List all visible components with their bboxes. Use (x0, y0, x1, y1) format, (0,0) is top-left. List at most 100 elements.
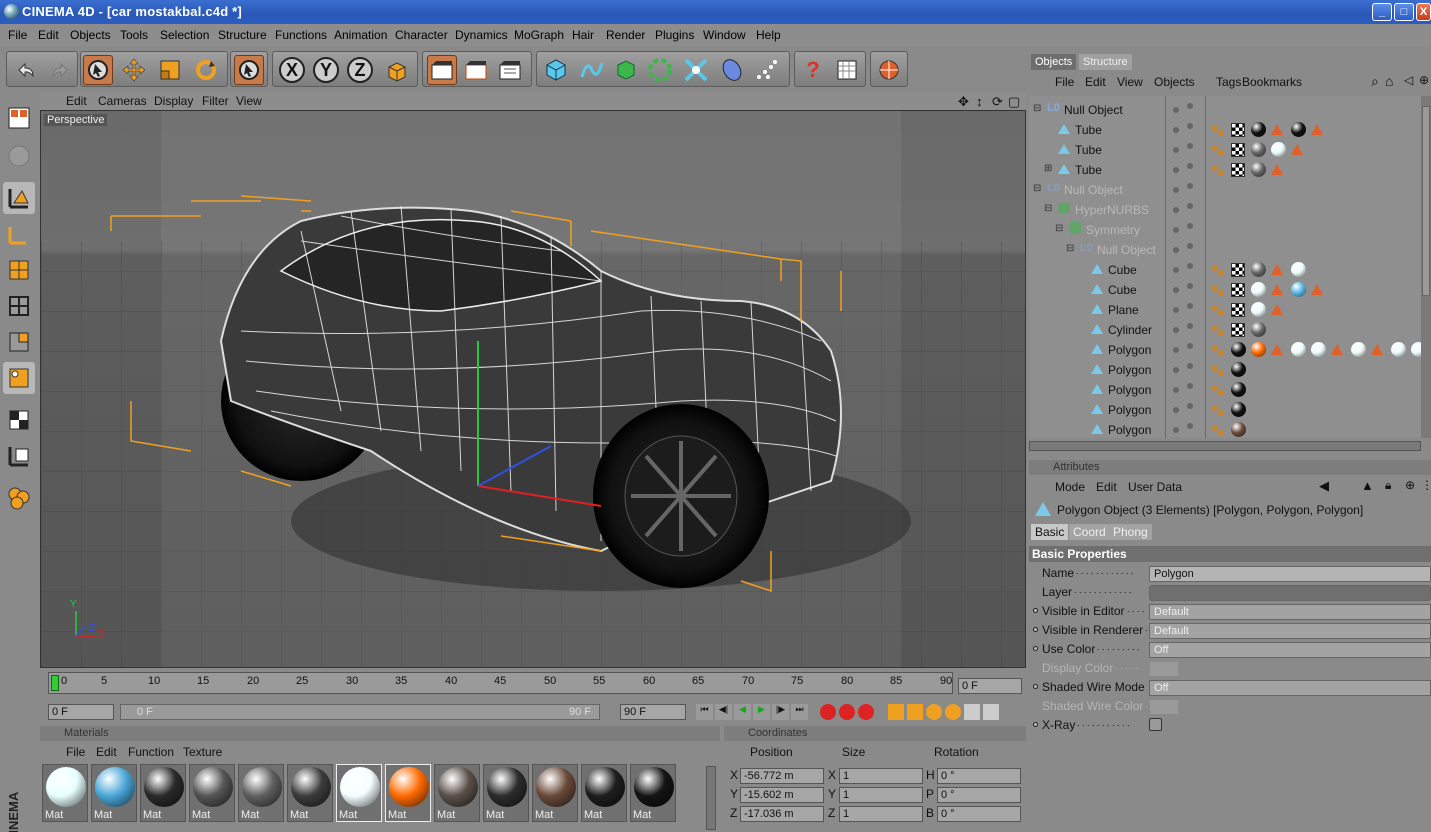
object-row[interactable]: Cylinder (1029, 320, 1421, 340)
selection-tag-icon[interactable] (1271, 264, 1283, 275)
texture-tag-icon[interactable] (1231, 342, 1246, 357)
editor-visibility-dot[interactable] (1173, 427, 1179, 433)
editor-visibility-dot[interactable] (1173, 227, 1179, 233)
polygons-mode-icon[interactable] (3, 326, 35, 358)
render-visibility-dot[interactable] (1187, 103, 1193, 109)
object-name[interactable]: Polygon (1108, 343, 1151, 357)
texture-tag-icon[interactable] (1251, 322, 1266, 337)
selection-tag-icon[interactable] (1291, 144, 1303, 155)
material-swatch[interactable]: Mat (140, 764, 186, 822)
editor-visibility-dot[interactable] (1173, 207, 1179, 213)
dropdown-select[interactable]: Off (1149, 680, 1431, 696)
viewport-menu-cameras[interactable]: Cameras (98, 94, 147, 108)
xray-checkbox[interactable] (1149, 718, 1162, 731)
prev-key-icon[interactable]: ◀| (715, 704, 732, 720)
selection-tag-icon[interactable] (1311, 284, 1323, 295)
selection-tag-icon[interactable] (1271, 304, 1283, 315)
uvw-tag-icon[interactable] (1231, 163, 1245, 177)
viewport-zoom-icon[interactable]: ↕ (976, 94, 983, 109)
menu-file[interactable]: File (8, 28, 27, 42)
eye-icon[interactable]: ◁ (1404, 73, 1413, 87)
animation-radio-icon[interactable] (1033, 646, 1038, 651)
texture-tag-icon[interactable] (1291, 342, 1306, 357)
texture-tag-icon[interactable] (1251, 142, 1266, 157)
object-name[interactable]: Polygon (1108, 383, 1151, 397)
material-swatch[interactable]: Mat (287, 764, 333, 822)
material-swatch[interactable]: Mat (238, 764, 284, 822)
render-visibility-dot[interactable] (1187, 243, 1193, 249)
phong-tag-icon[interactable] (1211, 343, 1225, 357)
range-slider[interactable]: 0 F 90 F (120, 704, 600, 720)
object-axis-icon[interactable] (3, 218, 35, 250)
object-name[interactable]: Null Object (1064, 103, 1123, 117)
objects-menu-bookmarks[interactable]: Bookmarks (1242, 75, 1302, 89)
attributes-options-icon[interactable]: ⋮ (1421, 478, 1431, 492)
texture-tag-icon[interactable] (1251, 122, 1266, 137)
texture-tag-icon[interactable] (1291, 262, 1306, 277)
array-icon[interactable] (645, 55, 675, 85)
menu-dynamics[interactable]: Dynamics (455, 28, 508, 42)
phong-tag-icon[interactable] (1211, 123, 1225, 137)
phong-tag-icon[interactable] (1211, 283, 1225, 297)
next-key-icon[interactable]: |▶ (772, 704, 789, 720)
editor-visibility-dot[interactable] (1173, 247, 1179, 253)
editor-visibility-dot[interactable] (1173, 187, 1179, 193)
objects-menu-objects[interactable]: Objects (1154, 75, 1195, 89)
options-icon[interactable]: ⊕ (1419, 73, 1429, 87)
scale-icon[interactable] (155, 55, 185, 85)
rotation-field[interactable]: 0 ° (937, 787, 1021, 803)
object-row[interactable]: ⊟ L0 Null Object (1029, 100, 1421, 120)
rotation-field[interactable]: 0 ° (937, 768, 1021, 784)
texture-tag-icon[interactable] (1251, 162, 1266, 177)
uvw-tag-icon[interactable] (1231, 283, 1245, 297)
material-swatch[interactable]: Mat (336, 764, 382, 822)
timeline-menu-icon[interactable] (983, 704, 999, 720)
rotation-field[interactable]: 0 ° (937, 806, 1021, 822)
start-frame-field[interactable]: 0 F (48, 704, 114, 720)
materials-scrollbar[interactable] (706, 766, 716, 830)
nurbs-icon[interactable] (611, 55, 641, 85)
tab-structure[interactable]: Structure (1079, 54, 1132, 70)
texture-tag-icon[interactable] (1231, 382, 1246, 397)
texture-tag-icon[interactable] (1251, 342, 1266, 357)
object-name[interactable]: Polygon (1108, 403, 1151, 417)
object-row[interactable]: Tube (1029, 120, 1421, 140)
selection-tag-icon[interactable] (1311, 124, 1323, 135)
selection-tag-icon[interactable] (1271, 124, 1283, 135)
position-key-icon[interactable] (888, 704, 904, 720)
dropdown-select[interactable]: Default (1149, 604, 1431, 620)
script-manager-icon[interactable] (832, 55, 862, 85)
uvw-tag-icon[interactable] (1231, 123, 1245, 137)
render-visibility-dot[interactable] (1187, 223, 1193, 229)
texture-tag-icon[interactable] (1391, 342, 1406, 357)
keyframe-selection-icon[interactable] (858, 704, 874, 720)
selection-tag-icon[interactable] (1331, 344, 1343, 355)
materials-menu-function[interactable]: Function (128, 745, 174, 759)
object-row[interactable]: ⊟ L0 Null Object (1029, 240, 1421, 260)
object-row[interactable]: Tube (1029, 140, 1421, 160)
editor-visibility-dot[interactable] (1173, 307, 1179, 313)
web-icon[interactable] (874, 55, 904, 85)
render-visibility-dot[interactable] (1187, 303, 1193, 309)
object-row[interactable]: Polygon (1029, 420, 1421, 438)
edges-mode-icon[interactable] (3, 290, 35, 322)
timeline-ruler[interactable]: 0 5 10 15 20 25 30 35 40 45 50 55 60 65 … (48, 672, 953, 694)
editor-visibility-dot[interactable] (1173, 127, 1179, 133)
collapse-icon[interactable]: ⊟ (1066, 243, 1074, 254)
menu-tools[interactable]: Tools (120, 28, 148, 42)
material-swatch[interactable]: Mat (91, 764, 137, 822)
playhead[interactable] (51, 675, 59, 691)
uvw-tag-icon[interactable] (1231, 263, 1245, 277)
search-icon[interactable]: ⌕ (1371, 73, 1379, 90)
attributes-menu-edit[interactable]: Edit (1096, 480, 1117, 494)
object-name[interactable]: Null Object (1097, 243, 1156, 257)
animation-radio-icon[interactable] (1033, 722, 1038, 727)
menu-animation[interactable]: Animation (334, 28, 387, 42)
phong-tag-icon[interactable] (1211, 303, 1225, 317)
scale-key-icon[interactable] (907, 704, 923, 720)
material-swatch[interactable]: Mat (189, 764, 235, 822)
parameter-key-icon[interactable] (945, 704, 961, 720)
menu-render[interactable]: Render (606, 28, 645, 42)
material-swatch[interactable]: Mat (581, 764, 627, 822)
menu-plugins[interactable]: Plugins (655, 28, 694, 42)
